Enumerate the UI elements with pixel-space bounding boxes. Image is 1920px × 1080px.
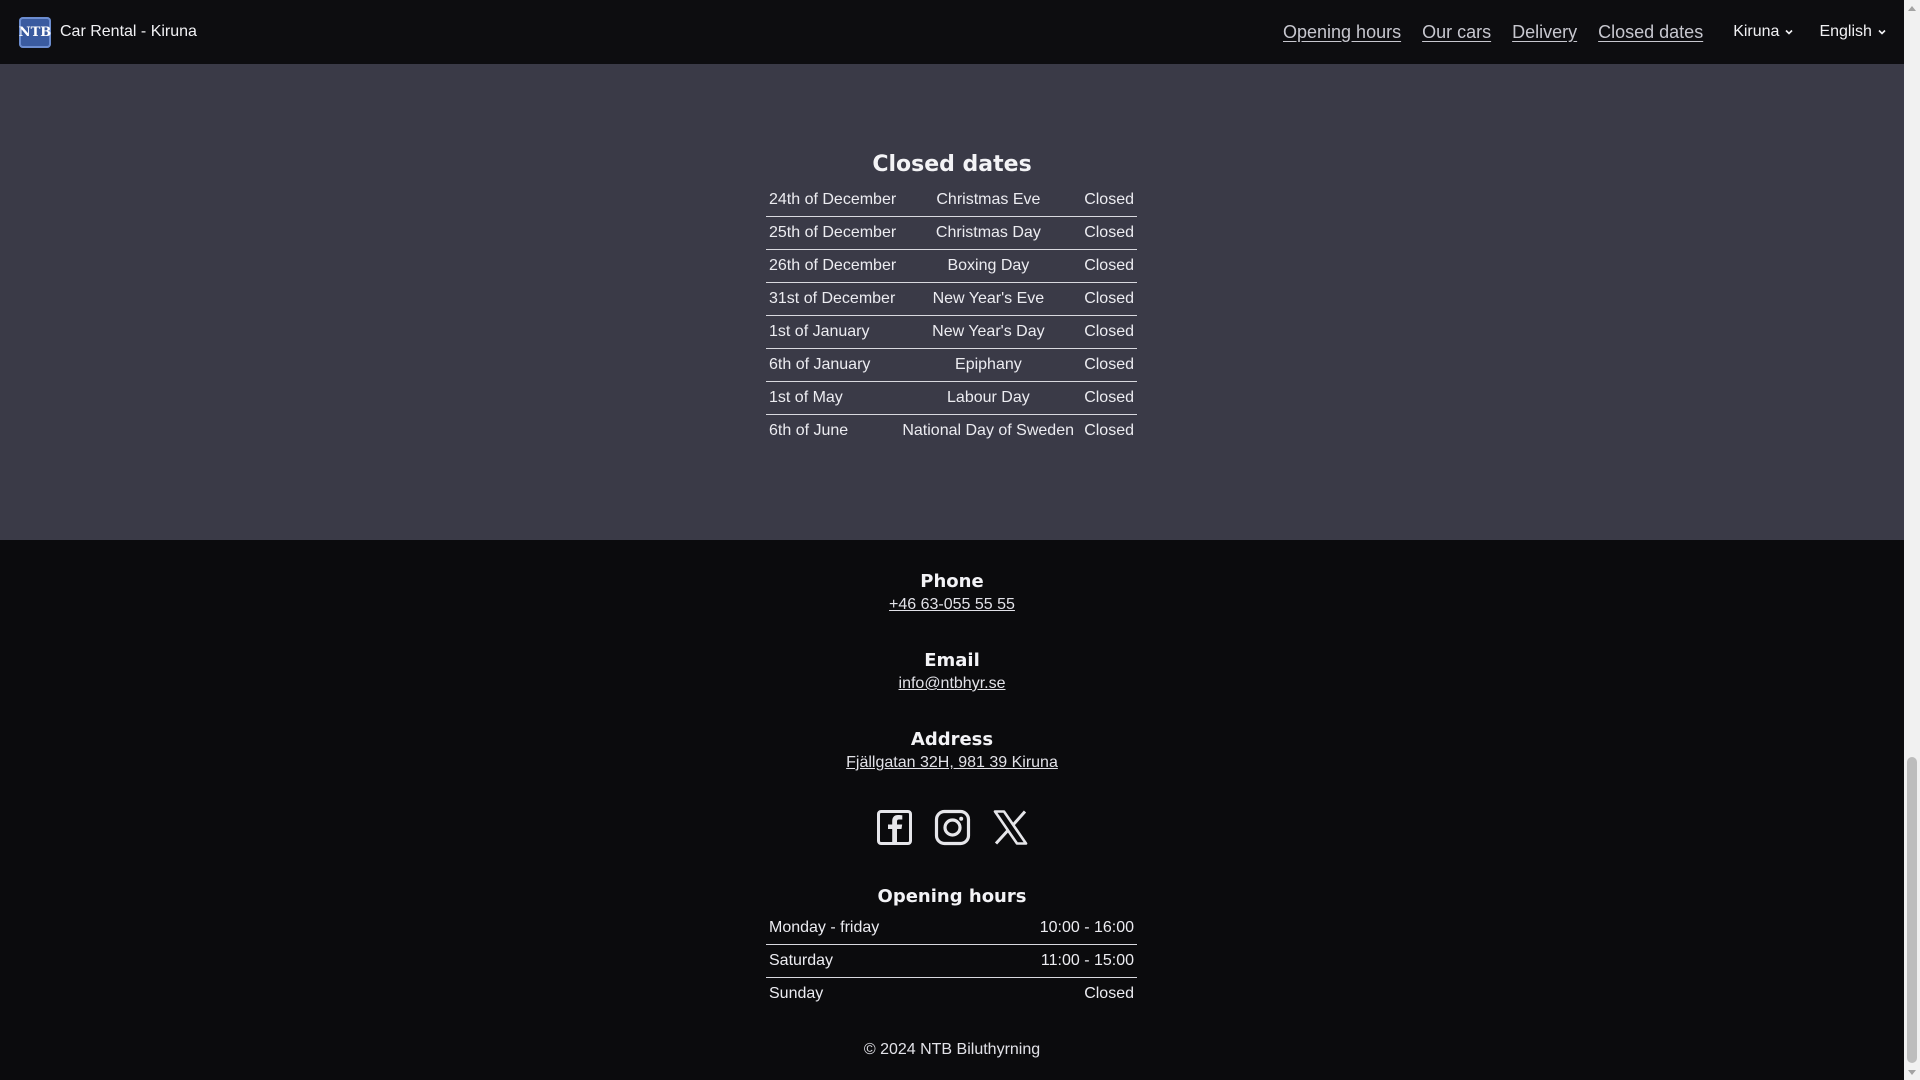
instagram-icon[interactable] — [934, 809, 971, 846]
closed-status: Closed — [1084, 290, 1134, 307]
hours-value: Closed — [1084, 985, 1134, 1002]
closed-date: 6th of January — [769, 356, 871, 373]
chevron-down-icon — [1878, 29, 1886, 35]
scroll-thumb[interactable] — [1907, 757, 1917, 1063]
nav-our-cars[interactable]: Our cars — [1422, 22, 1491, 43]
table-row: 1st of January New Year's Day Closed — [766, 316, 1137, 349]
brand[interactable]: NTB Car Rental - Kiruna — [19, 16, 197, 48]
closed-status: Closed — [1084, 389, 1134, 406]
scroll-down-button[interactable] — [1904, 1064, 1920, 1080]
arrow-up-icon — [1908, 5, 1916, 11]
table-row: 1st of May Labour Day Closed — [766, 382, 1137, 415]
x-icon[interactable] — [992, 809, 1029, 846]
table-row: Monday - friday 10:00 - 16:00 — [766, 912, 1137, 945]
closed-status: Closed — [1084, 191, 1134, 208]
language-select[interactable]: English — [1819, 23, 1886, 41]
closed-dates-title: Closed dates — [872, 152, 1032, 177]
closed-date: 1st of May — [769, 389, 843, 406]
vertical-scrollbar[interactable] — [1904, 0, 1920, 1080]
closed-date: 25th of December — [769, 224, 897, 241]
closed-date: 1st of January — [769, 323, 870, 340]
table-row: 6th of January Epiphany Closed — [766, 349, 1137, 382]
closed-dates-section: Closed dates 24th of December Christmas … — [0, 64, 1904, 540]
day-label: Monday - friday — [769, 919, 880, 936]
closed-status: Closed — [1084, 224, 1134, 241]
day-label: Sunday — [769, 985, 824, 1002]
holiday-name: Labour Day — [947, 389, 1030, 406]
closed-status: Closed — [1084, 356, 1134, 373]
top-navbar: NTB Car Rental - Kiruna Opening hours Ou… — [0, 0, 1904, 65]
holiday-name: Christmas Eve — [936, 191, 1041, 208]
address-link-wrap: Fjällgatan 32H, 981 39 Kiruna — [0, 754, 1904, 772]
table-row: 26th of December Boxing Day Closed — [766, 250, 1137, 283]
table-row: 31st of December New Year's Eve Closed — [766, 283, 1137, 316]
closed-date: 31st of December — [769, 290, 896, 307]
closed-status: Closed — [1084, 257, 1134, 274]
holiday-name: New Year's Eve — [932, 290, 1045, 307]
table-row: Saturday 11:00 - 15:00 — [766, 945, 1137, 978]
closed-dates-table: 24th of December Christmas Eve Closed 25… — [766, 184, 1137, 447]
language-select-value: English — [1819, 23, 1872, 40]
opening-hours-table: Monday - friday 10:00 - 16:00 Saturday 1… — [766, 912, 1137, 1010]
table-row: 24th of December Christmas Eve Closed — [766, 184, 1137, 217]
holiday-name: Christmas Day — [935, 224, 1041, 241]
holiday-name: Boxing Day — [947, 257, 1030, 274]
scroll-up-button[interactable] — [1904, 0, 1920, 16]
phone-link[interactable]: +46 63-055 55 55 — [889, 596, 1015, 613]
holiday-name: New Year's Day — [932, 323, 1045, 340]
main-nav: Opening hours Our cars Delivery Closed d… — [1283, 0, 1886, 64]
app-title[interactable]: Car Rental - Kiruna — [60, 23, 197, 41]
ntb-logo[interactable]: NTB — [19, 16, 51, 48]
closed-date: 6th of June — [769, 422, 849, 439]
hours-value: 10:00 - 16:00 — [1039, 919, 1134, 936]
nav-opening-hours[interactable]: Opening hours — [1283, 22, 1401, 43]
phone-link-wrap: +46 63-055 55 55 — [0, 596, 1904, 614]
chevron-down-icon — [1785, 29, 1794, 35]
closed-date: 24th of December — [769, 191, 897, 208]
table-row: 25th of December Christmas Day Closed — [766, 217, 1137, 250]
facebook-icon[interactable] — [876, 809, 913, 846]
site-footer: Phone +46 63-055 55 55 Email info@ntbhyr… — [0, 540, 1904, 1080]
city-select[interactable]: Kiruna — [1733, 23, 1794, 41]
email-title: Email — [924, 650, 980, 671]
email-link-wrap: info@ntbhyr.se — [0, 675, 1904, 693]
table-row: 6th of June National Day of Sweden Close… — [766, 415, 1137, 447]
social-links — [0, 809, 1904, 846]
copyright: © 2024 NTB Biluthyrning — [863, 1041, 1041, 1058]
holiday-name: Epiphany — [955, 356, 1022, 373]
city-select-value: Kiruna — [1733, 23, 1780, 40]
email-link[interactable]: info@ntbhyr.se — [899, 675, 1006, 692]
table-row: Sunday Closed — [766, 978, 1137, 1010]
arrow-down-icon — [1908, 1069, 1916, 1075]
hours-value: 11:00 - 15:00 — [1040, 952, 1134, 969]
closed-date: 26th of December — [769, 257, 897, 274]
nav-closed-dates[interactable]: Closed dates — [1598, 22, 1703, 43]
address-title: Address — [910, 729, 994, 750]
closed-status: Closed — [1084, 323, 1134, 340]
nav-delivery[interactable]: Delivery — [1512, 22, 1577, 43]
holiday-name: National Day of Sweden — [902, 422, 1074, 439]
phone-title: Phone — [920, 571, 984, 592]
closed-status: Closed — [1084, 422, 1134, 439]
opening-hours-title: Opening hours — [877, 886, 1027, 907]
day-label: Saturday — [769, 952, 834, 969]
address-link[interactable]: Fjällgatan 32H, 981 39 Kiruna — [846, 754, 1058, 771]
